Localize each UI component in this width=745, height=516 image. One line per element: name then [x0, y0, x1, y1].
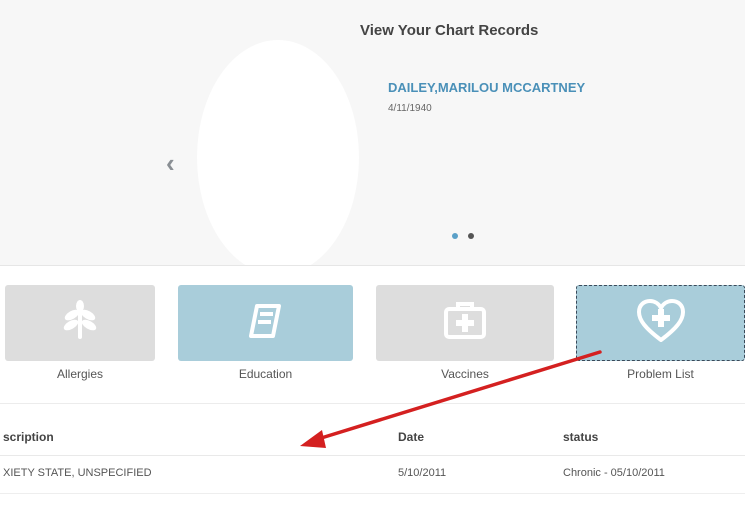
chevron-left-icon[interactable]: ‹	[166, 150, 175, 176]
tile-label-vaccines: Vaccines	[441, 367, 489, 381]
tile-problem-list[interactable]	[576, 285, 745, 361]
patient-name[interactable]: DAILEY,MARILOU MCCARTNEY	[388, 80, 585, 95]
carousel-dots[interactable]	[452, 226, 480, 244]
carousel-dot-1[interactable]	[452, 233, 458, 239]
column-header-date[interactable]: Date	[398, 430, 424, 444]
carousel-dot-2[interactable]	[468, 233, 475, 239]
medical-kit-icon	[440, 299, 490, 348]
heart-plus-icon	[635, 298, 687, 349]
patient-header	[0, 0, 745, 265]
tile-allergies[interactable]	[5, 285, 155, 361]
row-divider	[0, 493, 745, 494]
tile-vaccines[interactable]	[376, 285, 554, 361]
book-icon	[243, 298, 289, 349]
tile-education[interactable]	[178, 285, 353, 361]
column-header-description[interactable]: scription	[3, 430, 54, 444]
tile-label-allergies: Allergies	[56, 367, 104, 381]
tile-label-problem-list: Problem List	[627, 367, 694, 381]
page-title: View Your Chart Records	[360, 22, 539, 39]
patient-dob: 4/11/1940	[388, 103, 432, 114]
leaf-icon	[58, 299, 102, 348]
column-header-status[interactable]: status	[563, 430, 598, 444]
divider	[0, 265, 745, 266]
patient-photo	[197, 40, 359, 275]
cell-date: 5/10/2011	[398, 467, 447, 479]
cell-status: Chronic - 05/10/2011	[563, 467, 665, 479]
tile-label-education: Education	[238, 367, 293, 381]
table-top-divider	[0, 403, 745, 404]
header-row-divider	[0, 455, 745, 456]
cell-description: XIETY STATE, UNSPECIFIED	[3, 467, 152, 479]
